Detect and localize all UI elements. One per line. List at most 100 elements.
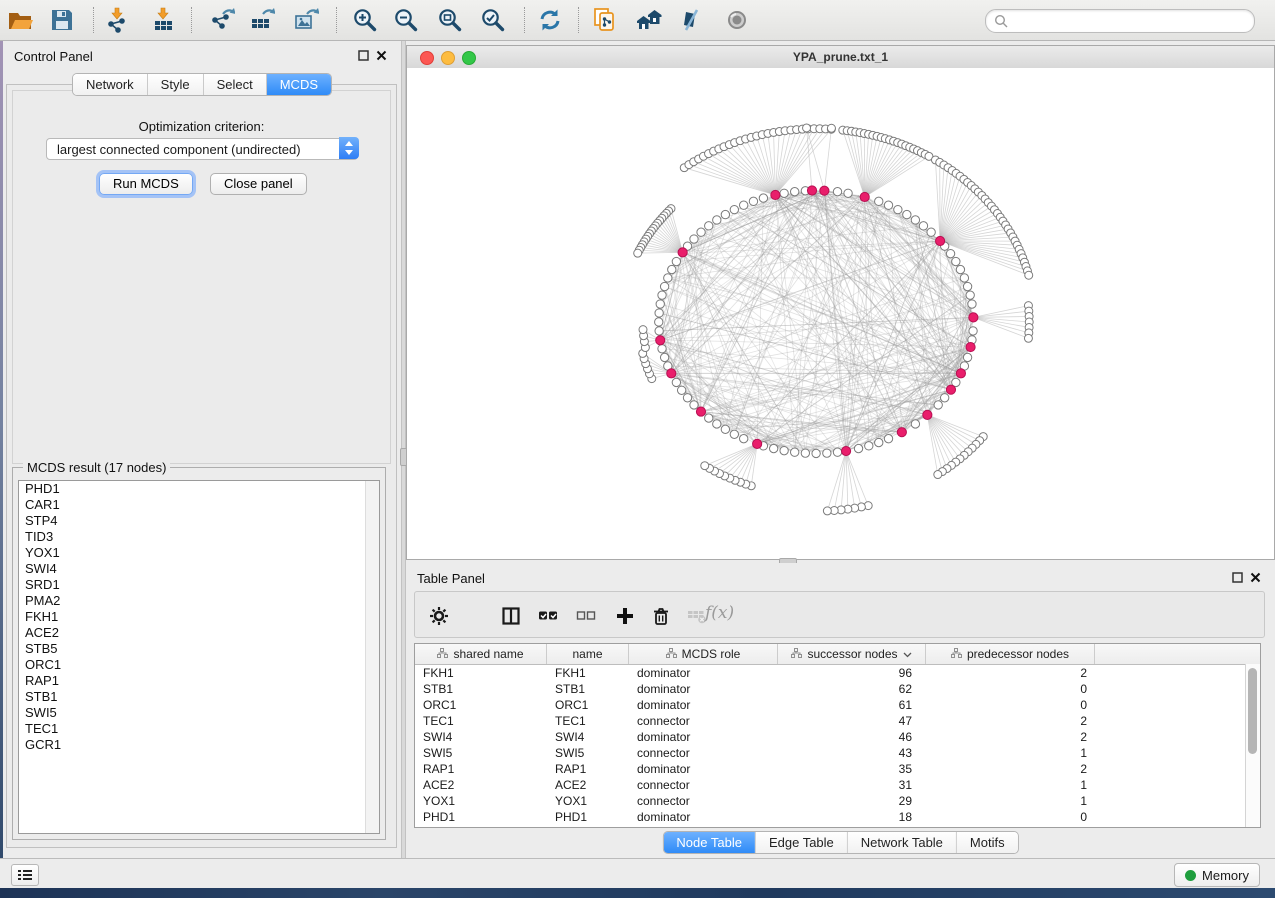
tab-style[interactable]: Style <box>148 74 204 95</box>
table-row[interactable]: ACE2ACE2connector311 <box>415 777 1260 793</box>
level-of-detail-icon[interactable] <box>722 5 752 35</box>
tab-node-table[interactable]: Node Table <box>663 832 756 853</box>
table-cell: 46 <box>778 729 926 745</box>
select-all-rows-icon[interactable] <box>536 604 560 628</box>
copy-current-style-icon[interactable] <box>591 5 621 35</box>
table-row[interactable]: SWI5SWI5connector431 <box>415 745 1260 761</box>
table-cell: 0 <box>926 809 1095 825</box>
search-input[interactable] <box>1012 11 1246 31</box>
tab-motifs[interactable]: Motifs <box>957 832 1018 853</box>
close-panel-icon[interactable] <box>1250 572 1261 583</box>
criterion-dropdown[interactable]: largest connected component (undirected) <box>46 138 358 160</box>
table-cell: ACE2 <box>415 777 547 793</box>
tab-edge-table[interactable]: Edge Table <box>756 832 848 853</box>
mcds-result-item[interactable]: STP4 <box>19 513 379 529</box>
float-panel-icon[interactable] <box>358 50 369 61</box>
table-cell: RAP1 <box>547 761 629 777</box>
table-row[interactable]: FKH1FKH1dominator962 <box>415 665 1260 681</box>
close-panel-button[interactable]: Close panel <box>210 173 307 195</box>
table-row[interactable]: TEC1TEC1connector472 <box>415 713 1260 729</box>
show-columns-icon[interactable] <box>499 604 523 628</box>
mcds-result-item[interactable]: RAP1 <box>19 673 379 689</box>
mcds-result-item[interactable]: PMA2 <box>19 593 379 609</box>
delete-columns-icon[interactable] <box>649 604 673 628</box>
main-toolbar <box>0 0 1275 41</box>
network-graph[interactable] <box>407 68 1274 559</box>
zoom-fit-icon[interactable] <box>435 5 465 35</box>
column-header-successor-nodes[interactable]: successor nodes <box>778 644 926 664</box>
table-cell: connector <box>629 745 778 761</box>
table-row[interactable]: RAP1RAP1dominator352 <box>415 761 1260 777</box>
run-mcds-button[interactable]: Run MCDS <box>99 173 193 195</box>
column-header-name[interactable]: name <box>547 644 629 664</box>
network-canvas[interactable] <box>407 68 1274 559</box>
column-header-MCDS-role[interactable]: MCDS role <box>629 644 778 664</box>
table-settings-icon[interactable] <box>427 604 451 628</box>
table-cell: 2 <box>926 665 1095 681</box>
mcds-result-item[interactable]: YOX1 <box>19 545 379 561</box>
network-window-titlebar[interactable]: YPA_prune.txt_1 <box>407 46 1274 69</box>
zoom-out-icon[interactable] <box>391 5 421 35</box>
table-scrollbar-thumb[interactable] <box>1248 668 1257 754</box>
table-row[interactable]: PHD1PHD1dominator180 <box>415 809 1260 825</box>
optimization-criterion-label: Optimization criterion: <box>13 119 390 134</box>
save-session-icon[interactable] <box>47 5 77 35</box>
refresh-icon[interactable] <box>535 5 565 35</box>
zoom-selected-icon[interactable] <box>478 5 508 35</box>
column-header-predecessor-nodes[interactable]: predecessor nodes <box>926 644 1095 664</box>
open-file-icon[interactable] <box>5 5 35 35</box>
tab-select[interactable]: Select <box>204 74 267 95</box>
table-row[interactable]: SWI4SWI4dominator462 <box>415 729 1260 745</box>
search-box[interactable] <box>985 9 1255 33</box>
import-table-icon[interactable] <box>149 5 179 35</box>
table-cell: RAP1 <box>415 761 547 777</box>
mcds-result-item[interactable]: ACE2 <box>19 625 379 641</box>
first-neighbors-icon[interactable] <box>634 5 664 35</box>
float-panel-icon[interactable] <box>1232 572 1243 583</box>
mcds-list-scrollbar[interactable] <box>365 481 379 833</box>
tab-mcds[interactable]: MCDS <box>267 74 331 95</box>
table-cell: dominator <box>629 729 778 745</box>
mcds-result-item[interactable]: TEC1 <box>19 721 379 737</box>
table-row[interactable]: YOX1YOX1connector291 <box>415 793 1260 809</box>
tab-network[interactable]: Network <box>73 74 148 95</box>
task-history-button[interactable] <box>11 864 39 886</box>
memory-button[interactable]: Memory <box>1174 863 1260 887</box>
zoom-in-icon[interactable] <box>350 5 380 35</box>
export-table-icon[interactable] <box>247 5 277 35</box>
table-scrollbar-track[interactable] <box>1245 664 1260 827</box>
mcds-result-list[interactable]: PHD1CAR1STP4TID3YOX1SWI4SRD1PMA2FKH1ACE2… <box>18 480 380 834</box>
export-image-icon[interactable] <box>291 5 321 35</box>
mcds-result-item[interactable]: SRD1 <box>19 577 379 593</box>
mcds-result-item[interactable]: ORC1 <box>19 657 379 673</box>
toolbar-separator <box>578 7 579 33</box>
mcds-result-item[interactable]: GCR1 <box>19 737 379 753</box>
deselect-all-rows-icon[interactable] <box>574 604 598 628</box>
mcds-result-item[interactable]: STB1 <box>19 689 379 705</box>
mcds-result-item[interactable]: SWI4 <box>19 561 379 577</box>
toolbar-separator <box>191 7 192 33</box>
export-network-icon[interactable] <box>207 5 237 35</box>
mcds-result-item[interactable]: CAR1 <box>19 497 379 513</box>
table-cell: 47 <box>778 713 926 729</box>
table-row[interactable]: ORC1ORC1dominator610 <box>415 697 1260 713</box>
show-hide-graphics-icon[interactable] <box>676 5 706 35</box>
table-row[interactable]: STB1STB1dominator620 <box>415 681 1260 697</box>
add-column-icon[interactable] <box>613 604 637 628</box>
function-builder-icon[interactable]: f(x) <box>705 603 734 623</box>
memory-label: Memory <box>1202 868 1249 883</box>
close-panel-icon[interactable] <box>376 50 387 61</box>
mcds-result-item[interactable]: TID3 <box>19 529 379 545</box>
table-cell: FKH1 <box>547 665 629 681</box>
tree-attribute-icon <box>951 647 962 661</box>
column-header-shared-name[interactable]: shared name <box>415 644 547 664</box>
mcds-result-item[interactable]: SWI5 <box>19 705 379 721</box>
mcds-result-item[interactable]: PHD1 <box>19 481 379 497</box>
tab-network-table[interactable]: Network Table <box>848 832 957 853</box>
import-network-icon[interactable] <box>103 5 133 35</box>
mcds-result-title: MCDS result (17 nodes) <box>23 460 170 475</box>
table-cell: SWI5 <box>547 745 629 761</box>
mcds-result-item[interactable]: STB5 <box>19 641 379 657</box>
mcds-result-item[interactable]: FKH1 <box>19 609 379 625</box>
table-cell: connector <box>629 713 778 729</box>
